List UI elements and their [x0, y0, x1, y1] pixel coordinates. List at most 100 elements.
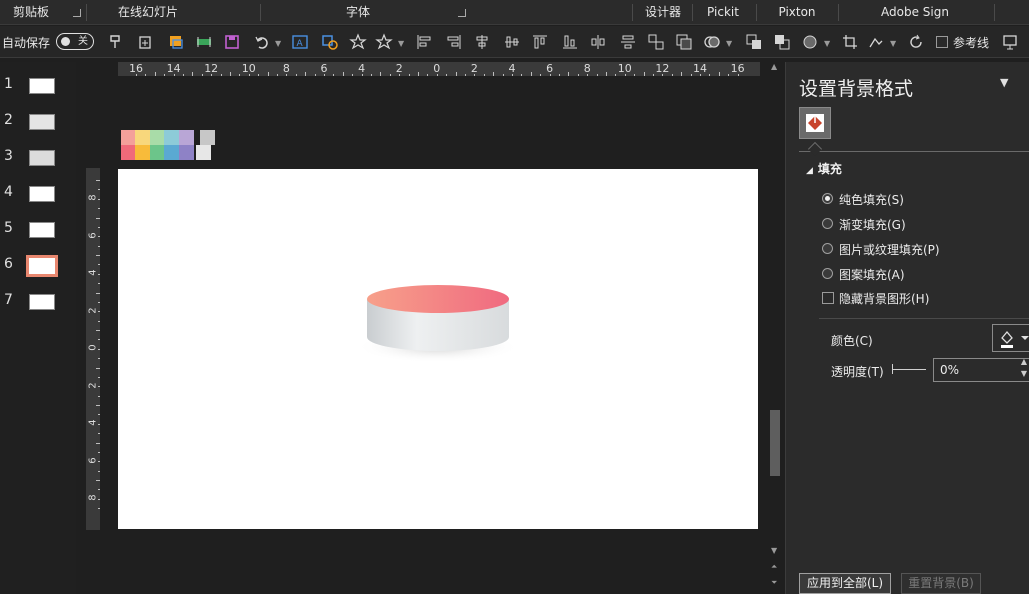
- previous-slide-icon[interactable]: ⏶: [771, 562, 777, 572]
- apply-to-all-button[interactable]: 应用到全部(L): [799, 573, 891, 594]
- crop-icon[interactable]: [840, 32, 860, 52]
- ruler-tick: [98, 208, 100, 210]
- shape-fill-icon[interactable]: [800, 32, 820, 52]
- ruler-tick: [465, 74, 466, 76]
- shapes-icon[interactable]: [320, 32, 340, 52]
- cylinder-graphic[interactable]: [118, 169, 758, 529]
- slide-thumbnail-1[interactable]: 1: [0, 74, 76, 104]
- vertical-scrollbar[interactable]: ▲ ▼ ⏶ ⏷: [768, 62, 782, 594]
- ruler-tick: [98, 301, 100, 303]
- ribbon-separator: [994, 4, 995, 21]
- palette-swatch: [149, 145, 165, 160]
- green-arrange-icon[interactable]: [194, 32, 214, 52]
- ruler-tick: [154, 72, 156, 76]
- ruler-tick: [587, 74, 589, 76]
- ruler-tick: [521, 74, 523, 76]
- transparency-input[interactable]: 0% ▲ ▼: [933, 356, 1029, 382]
- scrollbar-thumb[interactable]: [770, 410, 780, 476]
- align-top-icon[interactable]: [530, 32, 550, 52]
- gradient-fill-radio[interactable]: [822, 218, 833, 229]
- slide-thumbnail-5[interactable]: 5: [0, 218, 76, 248]
- palette-swatch: [200, 130, 215, 145]
- ruler-tick: [418, 72, 419, 76]
- spin-down-icon[interactable]: ▼: [1021, 368, 1027, 380]
- palette-swatch: [178, 145, 194, 160]
- align-left-icon[interactable]: [414, 32, 434, 52]
- slide-thumbnail-6[interactable]: 6: [0, 254, 76, 284]
- star-icon[interactable]: [348, 32, 368, 52]
- ruler-tick: [98, 461, 100, 463]
- ruler-tick: [436, 74, 438, 76]
- align-middle-icon[interactable]: [618, 32, 638, 52]
- ribbon-separator: [692, 4, 693, 21]
- text-box-icon[interactable]: A: [290, 32, 310, 52]
- undo-dropdown-icon[interactable]: ▼: [275, 39, 281, 48]
- guides-checkbox[interactable]: [936, 36, 948, 48]
- image-edit-icon[interactable]: [166, 32, 186, 52]
- star-outline-icon[interactable]: [374, 32, 394, 52]
- reset-background-button[interactable]: 重置背景(B): [901, 573, 981, 594]
- rotate-icon[interactable]: [906, 32, 926, 52]
- clipboard-launcher-icon[interactable]: [73, 9, 81, 17]
- ruler-tick: [681, 72, 683, 76]
- fill-section-header[interactable]: ◢ 填充: [806, 160, 842, 177]
- ungroup-icon[interactable]: [674, 32, 694, 52]
- ruler-tick: [98, 264, 100, 266]
- distribute-icon[interactable]: [502, 32, 522, 52]
- fill-color-icon: [1001, 330, 1029, 348]
- ruler-tick: [98, 358, 100, 360]
- fill-tab[interactable]: [799, 107, 831, 139]
- ruler-tick: [173, 74, 175, 76]
- slide-thumbnail-7[interactable]: 7: [0, 290, 76, 320]
- scroll-up-icon[interactable]: ▲: [771, 62, 777, 71]
- shape-fill-dropdown-icon[interactable]: ▼: [824, 39, 830, 48]
- bring-forward-icon[interactable]: [744, 32, 764, 52]
- solid-fill-radio[interactable]: [822, 193, 833, 204]
- ruler-label: 6: [87, 231, 99, 239]
- align-right-icon[interactable]: [444, 32, 464, 52]
- font-launcher-icon[interactable]: [458, 9, 466, 17]
- merge-shapes-icon[interactable]: [702, 32, 722, 52]
- thumbnail-number: 2: [4, 112, 13, 128]
- pattern-fill-radio[interactable]: [822, 268, 833, 279]
- scroll-down-icon[interactable]: ▼: [771, 546, 777, 555]
- present-icon[interactable]: [1000, 32, 1020, 52]
- undo-icon[interactable]: [252, 32, 272, 52]
- transparency-slider[interactable]: [892, 369, 926, 370]
- slide-thumbnail-2[interactable]: 2: [0, 110, 76, 140]
- ribbon-separator: [632, 4, 633, 21]
- autosave-toggle[interactable]: 关: [56, 33, 94, 50]
- ruler-tick: [577, 74, 579, 76]
- picture-fill-radio[interactable]: [822, 243, 833, 254]
- star-dropdown-icon[interactable]: ▼: [398, 39, 404, 48]
- hide-background-graphics-checkbox[interactable]: [822, 292, 834, 304]
- ruler-tick: [342, 72, 344, 76]
- tab-underline: [799, 151, 1029, 152]
- pane-options-icon[interactable]: ▼: [1000, 76, 1008, 89]
- spin-up-icon[interactable]: ▲: [1021, 356, 1027, 368]
- merge-dropdown-icon[interactable]: ▼: [726, 39, 732, 48]
- slide-thumbnail-4[interactable]: 4: [0, 182, 76, 212]
- ruler-tick: [277, 74, 278, 76]
- ribbon-group-pickit: Pickit: [707, 5, 739, 19]
- next-slide-icon[interactable]: ⏷: [771, 578, 777, 588]
- ribbon-group-online-slides: 在线幻灯片: [117, 5, 178, 19]
- distribute-vertical-icon[interactable]: [588, 32, 608, 52]
- align-bottom-icon[interactable]: [560, 32, 580, 52]
- group-icon[interactable]: [646, 32, 666, 52]
- save-icon[interactable]: [222, 32, 242, 52]
- slide-thumbnail-3[interactable]: 3: [0, 146, 76, 176]
- ruler-tick: [653, 74, 654, 76]
- format-painter-icon[interactable]: [106, 32, 126, 52]
- color-picker-button[interactable]: [992, 324, 1029, 352]
- selection-dropdown-icon[interactable]: ▼: [890, 39, 896, 48]
- ruler-tick: [98, 470, 100, 472]
- ruler-tick: [690, 74, 692, 76]
- ruler-tick: [98, 236, 100, 238]
- ruler-tick: [98, 226, 100, 228]
- selection-pane-icon[interactable]: [866, 32, 886, 52]
- align-center-icon[interactable]: [472, 32, 492, 52]
- send-backward-icon[interactable]: [772, 32, 792, 52]
- new-slide-icon[interactable]: [136, 32, 156, 52]
- slide-canvas[interactable]: [118, 169, 758, 529]
